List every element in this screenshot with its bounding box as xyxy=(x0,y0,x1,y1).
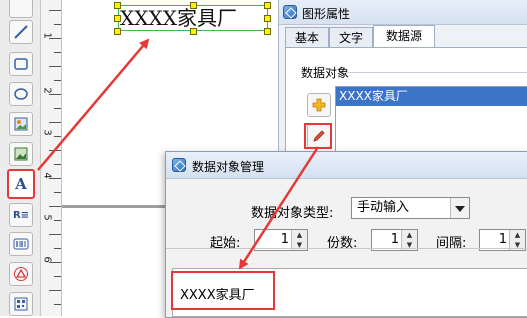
data-object-type-select[interactable]: 手动输入 xyxy=(351,197,470,219)
ruler-tick xyxy=(49,66,61,67)
app-icon xyxy=(172,158,186,172)
data-content-text: XXXX家具厂 xyxy=(180,288,255,303)
stepper-up-icon[interactable]: ▲ xyxy=(292,230,307,240)
ellipse-icon xyxy=(14,88,28,100)
shape-tool-button[interactable] xyxy=(9,262,33,286)
count-value: 1 xyxy=(390,232,399,247)
ruler-tick xyxy=(49,10,61,11)
barcode-icon xyxy=(13,238,29,250)
text-tool-button[interactable]: A xyxy=(7,169,35,199)
rich-text-icon: R≡ xyxy=(12,209,30,221)
ruler-tick xyxy=(54,276,61,277)
text-object-content: XXXX家具厂 xyxy=(120,6,237,30)
partial-tool-button[interactable] xyxy=(9,0,33,18)
ruler-tick xyxy=(54,24,61,25)
interval-value: 1 xyxy=(498,232,507,247)
resize-handle[interactable] xyxy=(264,2,271,9)
image-icon xyxy=(14,117,28,131)
text-tool-icon: A xyxy=(15,175,27,193)
ruler-tick xyxy=(54,80,61,81)
data-object-row[interactable]: XXXX家具厂 xyxy=(336,87,527,106)
add-data-object-button[interactable] xyxy=(307,93,331,117)
ruler-tick xyxy=(49,234,61,235)
ruler-number: 6 xyxy=(41,256,53,263)
ruler-tick xyxy=(49,206,61,207)
stepper-buttons[interactable]: ▲ ▼ xyxy=(291,230,307,250)
ruler-tick xyxy=(54,52,61,53)
ruler-tick xyxy=(54,136,61,137)
vertical-ruler: 1 2 3 4 5 6 xyxy=(41,0,62,316)
resize-handle[interactable] xyxy=(190,2,197,9)
ruler-tick xyxy=(54,304,61,305)
tab-text[interactable]: 文字 xyxy=(329,27,373,48)
line-tool-button[interactable] xyxy=(9,20,33,44)
ellipse-tool-button[interactable] xyxy=(9,82,33,106)
resize-handle[interactable] xyxy=(114,2,121,9)
stepper-up-icon[interactable]: ▲ xyxy=(510,230,525,240)
ruler-number: 4 xyxy=(41,172,53,179)
chevron-down-icon xyxy=(455,206,465,212)
ruler-number: 5 xyxy=(41,214,53,221)
resize-handle[interactable] xyxy=(190,28,197,35)
group-divider xyxy=(345,72,527,73)
data-object-group-label: 数据对象 xyxy=(301,66,350,80)
data-object-management-dialog: 数据对象管理 数据对象类型: 手动输入 起始: 1 ▲ ▼ 份数: 1 ▲ ▼ 间隔… xyxy=(165,151,527,318)
data-object-type-value: 手动输入 xyxy=(357,200,410,215)
ruler-tick xyxy=(54,192,61,193)
ruler-tick xyxy=(49,150,61,151)
dialog-divider xyxy=(166,248,527,249)
rectangle-icon xyxy=(14,58,28,70)
start-value: 1 xyxy=(280,232,289,247)
data-object-type-label: 数据对象类型: xyxy=(251,206,334,221)
left-toolbar: A R≡ xyxy=(0,0,41,316)
stepper-buttons[interactable]: ▲ ▼ xyxy=(401,230,417,250)
picture-icon xyxy=(14,147,28,161)
plus-icon xyxy=(312,98,326,112)
rich-text-tool-button[interactable]: R≡ xyxy=(9,203,33,227)
image-tool-button[interactable] xyxy=(9,112,33,136)
properties-title-bar: 图形属性 xyxy=(279,0,527,25)
rectangle-tool-button[interactable] xyxy=(9,52,33,76)
ruler-number: 1 xyxy=(41,32,53,39)
ruler-number: 3 xyxy=(41,129,53,136)
ruler-tick xyxy=(54,164,61,165)
qrcode-icon xyxy=(14,297,28,311)
tab-basic[interactable]: 基本 xyxy=(285,27,329,48)
resize-handle[interactable] xyxy=(264,15,271,22)
ruler-tick xyxy=(49,290,61,291)
ruler-tick xyxy=(54,248,61,249)
dialog-title: 数据对象管理 xyxy=(192,160,265,174)
ruler-tick xyxy=(49,122,61,123)
canvas-border xyxy=(62,205,172,208)
resize-handle[interactable] xyxy=(114,28,121,35)
stepper-buttons[interactable]: ▲ ▼ xyxy=(509,230,525,250)
app-icon xyxy=(283,5,297,19)
ruler-tick xyxy=(54,220,61,221)
resize-handle[interactable] xyxy=(114,15,121,22)
resize-handle[interactable] xyxy=(264,28,271,35)
ruler-number: 2 xyxy=(41,87,53,94)
ruler-tick xyxy=(54,108,61,109)
dropdown-button[interactable] xyxy=(450,198,469,218)
picture-tool-button[interactable] xyxy=(9,142,33,166)
properties-title: 图形属性 xyxy=(302,7,351,21)
triangle-icon xyxy=(14,267,28,281)
line-icon xyxy=(14,25,28,39)
qrcode-tool-button[interactable] xyxy=(9,292,33,316)
barcode-tool-button[interactable] xyxy=(9,232,33,256)
stepper-up-icon[interactable]: ▲ xyxy=(402,230,417,240)
tab-data-source[interactable]: 数据源 xyxy=(373,25,435,48)
edit-button-highlight-box xyxy=(304,123,332,149)
dialog-title-bar: 数据对象管理 xyxy=(166,152,527,179)
